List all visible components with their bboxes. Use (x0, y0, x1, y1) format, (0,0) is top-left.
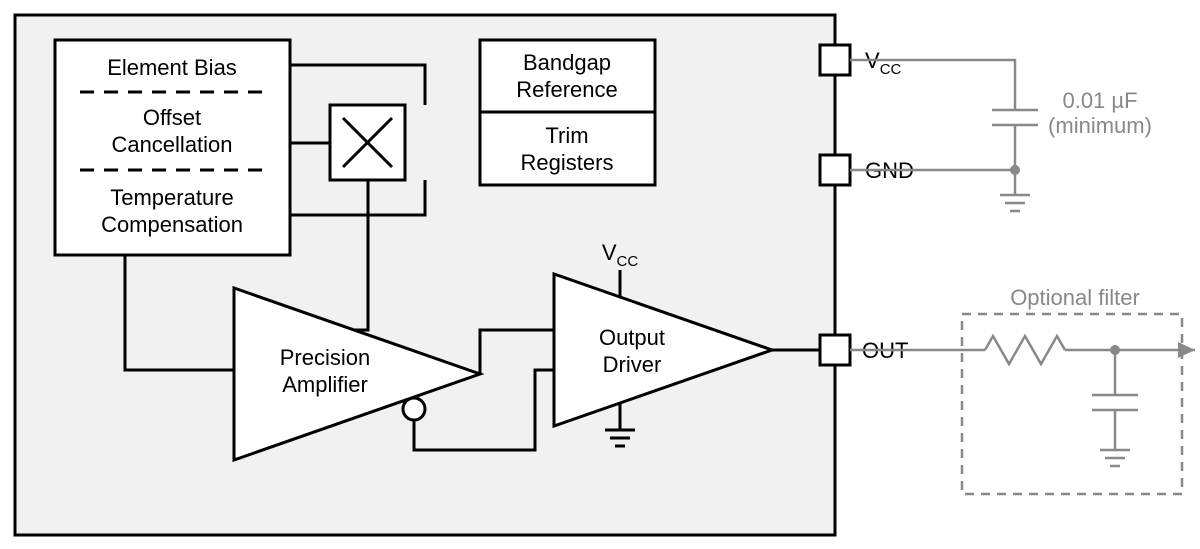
optional-filter: Optional filter (850, 285, 1195, 494)
amp1-line-2: Amplifier (282, 372, 368, 397)
config-block: Element Bias Offset Cancellation Tempera… (55, 40, 290, 255)
ref-line-4: Registers (521, 150, 614, 175)
ground-icon (1100, 450, 1130, 466)
ref-line-1: Bandgap (523, 50, 611, 75)
hall-element-icon (330, 105, 405, 180)
config-line-3a: Temperature (110, 185, 234, 210)
cap-note: (minimum) (1048, 113, 1152, 138)
bypass-cap-network: 0.01 µF (minimum) (850, 60, 1152, 211)
block-diagram: Element Bias Offset Cancellation Tempera… (0, 0, 1200, 549)
amp1-line-1: Precision (280, 345, 370, 370)
filter-label: Optional filter (1010, 285, 1140, 310)
config-line-2b: Cancellation (111, 132, 232, 157)
vcc-pin-pad (820, 45, 850, 75)
out-pin-pad (820, 335, 850, 365)
vcc-pin-label: VCC (865, 48, 902, 78)
gnd-pin-pad (820, 155, 850, 185)
amp2-line-2: Driver (603, 352, 662, 377)
arrow-icon (1178, 342, 1195, 358)
resistor-icon (985, 336, 1065, 364)
config-line-2a: Offset (143, 105, 201, 130)
ground-icon (1000, 195, 1030, 211)
ref-line-2: Reference (516, 77, 618, 102)
cap-value: 0.01 µF (1062, 88, 1137, 113)
ref-line-3: Trim (545, 123, 588, 148)
amp2-line-1: Output (599, 325, 665, 350)
ref-trim-block: Bandgap Reference Trim Registers (480, 40, 655, 185)
config-line-3b: Compensation (101, 212, 243, 237)
config-line-1: Element Bias (107, 55, 237, 80)
